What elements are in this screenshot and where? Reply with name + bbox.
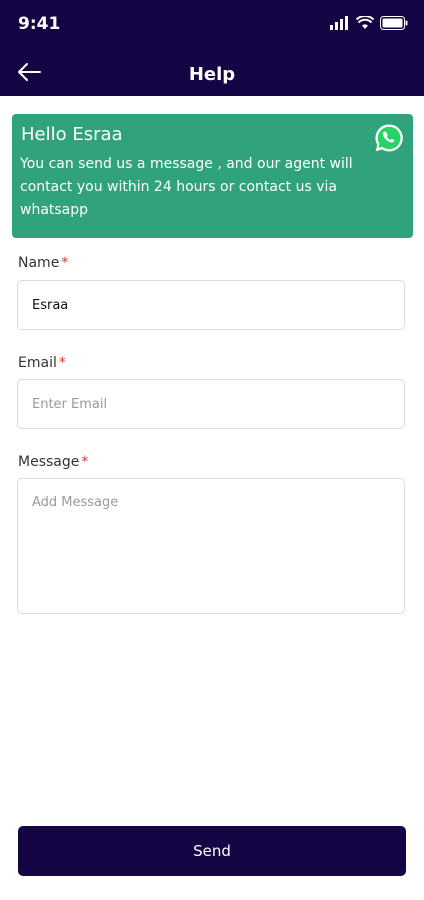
send-button[interactable]: Send	[18, 826, 406, 876]
battery-icon	[380, 16, 408, 30]
email-label: Email *	[18, 355, 66, 371]
greeting-title: Hello Esraa	[21, 124, 123, 145]
message-textarea[interactable]	[17, 478, 405, 614]
wifi-icon	[356, 16, 374, 29]
status-icons	[330, 16, 408, 30]
email-input[interactable]	[17, 379, 405, 429]
whatsapp-icon[interactable]	[373, 122, 405, 154]
contact-info-banner: Hello Esraa You can send us a message , …	[12, 114, 413, 238]
signal-icon	[330, 16, 348, 30]
page-title: Help	[188, 64, 236, 85]
name-input[interactable]	[17, 280, 405, 330]
contact-info-text: You can send us a message , and our agen…	[20, 156, 353, 218]
message-label: Message *	[18, 454, 89, 470]
help-screen: 9:41 Help Hello Esraa You can send us a …	[0, 0, 424, 900]
top-bar: 9:41 Help	[0, 0, 424, 96]
status-time: 9:41	[18, 14, 61, 34]
name-label: Name *	[18, 255, 69, 271]
